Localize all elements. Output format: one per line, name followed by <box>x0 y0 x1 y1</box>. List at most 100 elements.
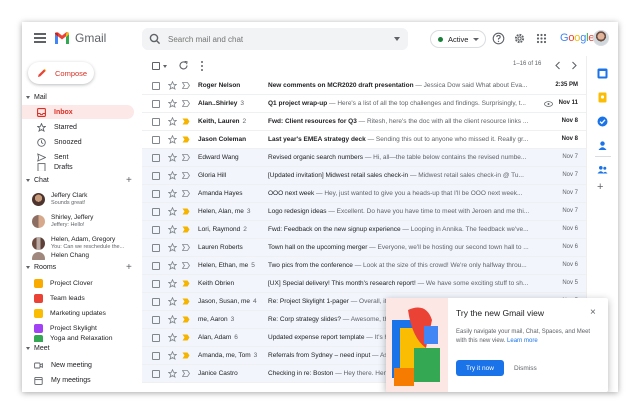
important-marker-icon[interactable] <box>182 118 190 125</box>
star-icon[interactable] <box>168 333 177 342</box>
star-icon[interactable] <box>168 243 177 252</box>
email-row[interactable]: Amanda Hayes OOO next week — Hey, just wa… <box>142 185 586 203</box>
important-marker-icon[interactable] <box>182 100 190 107</box>
email-row[interactable]: Jason Coleman Last year's EMEA strategy d… <box>142 131 586 149</box>
mail-section-header[interactable]: Mail <box>26 94 47 101</box>
search-bar[interactable] <box>142 28 408 50</box>
email-row[interactable]: Roger Nelson New comments on MCR2020 draf… <box>142 77 586 95</box>
rooms-section-header[interactable]: Rooms <box>26 264 56 271</box>
calendar-icon[interactable] <box>597 68 608 79</box>
email-row[interactable]: Helen, Alan, me 3 Logo redesign ideas — Ex… <box>142 203 586 221</box>
star-icon[interactable] <box>168 297 177 306</box>
room-item-marketing-updates[interactable]: Marketing updates <box>22 306 140 320</box>
row-checkbox[interactable] <box>152 370 160 378</box>
dismiss-button[interactable]: Dismiss <box>514 365 537 372</box>
google-logo[interactable]: Google <box>560 32 594 44</box>
contacts-icon[interactable] <box>597 140 608 151</box>
row-checkbox[interactable] <box>152 280 160 288</box>
row-checkbox[interactable] <box>152 100 160 108</box>
star-icon[interactable] <box>168 117 177 126</box>
chat-section-header[interactable]: Chat <box>26 177 49 184</box>
new-chat-icon[interactable]: + <box>126 176 132 186</box>
more-vert-icon[interactable] <box>200 60 204 72</box>
learn-more-link[interactable]: Learn more <box>507 338 538 344</box>
room-item-project-skylight[interactable]: Project Skylight <box>22 321 140 335</box>
star-icon[interactable] <box>168 153 177 162</box>
important-marker-icon[interactable] <box>182 316 190 323</box>
star-icon[interactable] <box>168 81 177 90</box>
compose-button[interactable]: Compose <box>28 62 94 84</box>
account-avatar[interactable] <box>593 30 609 46</box>
sidebar-item-inbox[interactable]: Inbox <box>22 105 134 119</box>
email-row[interactable]: Gloria Hill [Updated invitation] Midwest … <box>142 167 586 185</box>
apps-grid-icon[interactable] <box>535 32 548 45</box>
search-icon[interactable] <box>148 32 162 46</box>
close-icon[interactable]: × <box>590 308 596 318</box>
important-marker-icon[interactable] <box>182 334 190 341</box>
add-addon-icon[interactable]: + <box>597 182 603 193</box>
email-row[interactable]: Lauren Roberts Town hall on the upcoming … <box>142 239 586 257</box>
star-icon[interactable] <box>168 315 177 324</box>
important-marker-icon[interactable] <box>182 208 190 215</box>
email-row[interactable]: Edward Wang Revised organic search number… <box>142 149 586 167</box>
email-row[interactable]: Keith, Lauren 2 Fwd: Client resources for … <box>142 113 586 131</box>
star-icon[interactable] <box>168 225 177 234</box>
important-marker-icon[interactable] <box>182 280 190 287</box>
row-checkbox[interactable] <box>152 118 160 126</box>
row-checkbox[interactable] <box>152 136 160 144</box>
sidebar-item-my-meetings[interactable]: My meetings <box>22 373 134 387</box>
keep-icon[interactable] <box>597 92 608 103</box>
row-checkbox[interactable] <box>152 190 160 198</box>
important-marker-icon[interactable] <box>182 136 190 143</box>
star-icon[interactable] <box>168 369 177 378</box>
help-icon[interactable] <box>492 32 505 45</box>
star-icon[interactable] <box>168 99 177 108</box>
star-icon[interactable] <box>168 207 177 216</box>
row-checkbox[interactable] <box>152 298 160 306</box>
chevron-left-icon[interactable] <box>554 61 562 70</box>
important-marker-icon[interactable] <box>182 352 190 359</box>
important-marker-icon[interactable] <box>182 370 190 377</box>
sidebar-item-starred[interactable]: Starred <box>22 120 134 134</box>
sidebar-item-snoozed[interactable]: Snoozed <box>22 135 134 149</box>
row-checkbox[interactable] <box>152 82 160 90</box>
important-marker-icon[interactable] <box>182 172 190 179</box>
email-row[interactable]: Lori, Raymond 2 Fwd: Feedback on the new s… <box>142 221 586 239</box>
chevron-down-icon[interactable] <box>163 65 167 68</box>
email-row[interactable]: Helen, Ethan, me 5 Two pics from the confe… <box>142 257 586 275</box>
chevron-right-icon[interactable] <box>570 61 578 70</box>
important-marker-icon[interactable] <box>182 82 190 89</box>
row-checkbox[interactable] <box>152 154 160 162</box>
gear-icon[interactable] <box>513 32 526 45</box>
chat-item[interactable]: Helen, Adam, Gregory You: Can we resched… <box>22 232 140 254</box>
important-marker-icon[interactable] <box>182 226 190 233</box>
important-marker-icon[interactable] <box>182 262 190 269</box>
main-menu-icon[interactable] <box>34 33 46 43</box>
row-checkbox[interactable] <box>152 244 160 252</box>
sidebar-item-drafts[interactable]: Drafts <box>22 163 134 171</box>
select-all-checkbox[interactable] <box>152 62 160 70</box>
row-checkbox[interactable] <box>152 208 160 216</box>
important-marker-icon[interactable] <box>182 298 190 305</box>
row-checkbox[interactable] <box>152 334 160 342</box>
chat-item[interactable]: Shirley, Jeffery Jeffery: Hello! <box>22 210 140 232</box>
important-marker-icon[interactable] <box>182 190 190 197</box>
row-checkbox[interactable] <box>152 352 160 360</box>
room-item-yoga[interactable]: Yoga and Relaxation <box>22 335 140 342</box>
new-room-icon[interactable]: + <box>126 263 132 273</box>
row-checkbox[interactable] <box>152 226 160 234</box>
try-it-now-button[interactable]: Try it now <box>456 360 504 376</box>
row-checkbox[interactable] <box>152 316 160 324</box>
email-row[interactable]: Alan..Shirley 3 Q1 project wrap-up — Here'… <box>142 95 586 113</box>
important-marker-icon[interactable] <box>182 244 190 251</box>
star-icon[interactable] <box>168 261 177 270</box>
gmail-logo[interactable]: Gmail <box>54 31 106 45</box>
star-icon[interactable] <box>168 351 177 360</box>
email-row[interactable]: Keith Obrien [UX] Special delivery! This … <box>142 275 586 293</box>
star-icon[interactable] <box>168 135 177 144</box>
chat-item[interactable]: Helen Chang <box>22 252 140 260</box>
chat-item[interactable]: Jeffery Clark Sounds great! <box>22 188 140 210</box>
important-marker-icon[interactable] <box>182 154 190 161</box>
room-item-team-leads[interactable]: Team leads <box>22 291 140 305</box>
user-icon[interactable] <box>597 164 608 175</box>
